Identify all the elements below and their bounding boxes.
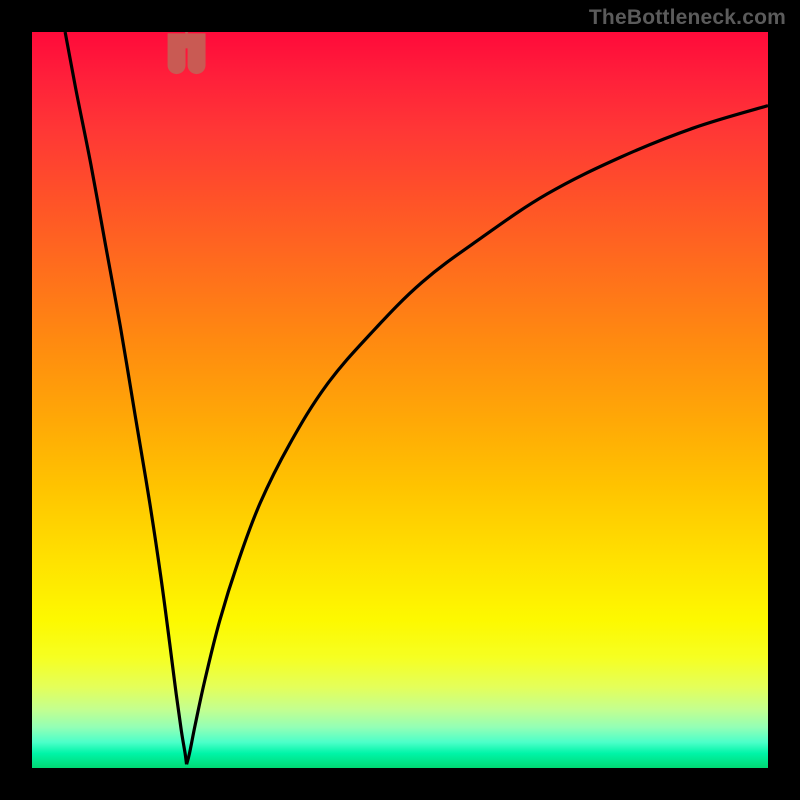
watermark-text: TheBottleneck.com — [589, 6, 786, 30]
chart-frame: TheBottleneck.com — [0, 0, 800, 800]
minimum-marker — [177, 33, 197, 65]
plot-area — [32, 32, 768, 768]
bottleneck-curve — [32, 32, 768, 768]
curve-right-branch — [187, 106, 768, 765]
curve-left-branch — [65, 32, 186, 764]
